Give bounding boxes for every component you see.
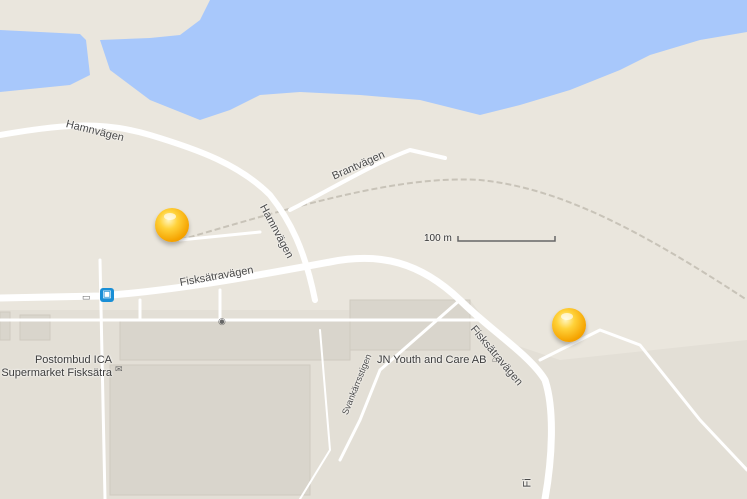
- hotel-icon: ⌂: [492, 354, 498, 364]
- poi-postombud-name-line1: Postombud ICA: [34, 354, 112, 366]
- bus-stop-icon[interactable]: ▣: [100, 288, 114, 302]
- mail-icon: ✉: [115, 364, 123, 374]
- parking-icon: ◉: [218, 316, 226, 326]
- street-label-fisksatravagen-3: Fi: [521, 478, 534, 488]
- poi-postombud-name-line2: Supermarket Fisksätra: [1, 367, 112, 379]
- poi-postombud-ica[interactable]: Postombud ICA Supermarket Fisksätra: [0, 354, 112, 380]
- scale-label: 100 m: [424, 233, 452, 244]
- map-marker-icon-2[interactable]: [552, 308, 586, 342]
- map-canvas[interactable]: Hamnvägen Hamnvägen Brantvägen Fisksätra…: [0, 0, 747, 499]
- small-bus-icon: ▭: [82, 292, 91, 302]
- poi-jn-youth-and-care[interactable]: JN Youth and Care AB: [377, 354, 486, 367]
- map-base-layer: [0, 0, 747, 499]
- map-marker-icon[interactable]: [155, 208, 189, 242]
